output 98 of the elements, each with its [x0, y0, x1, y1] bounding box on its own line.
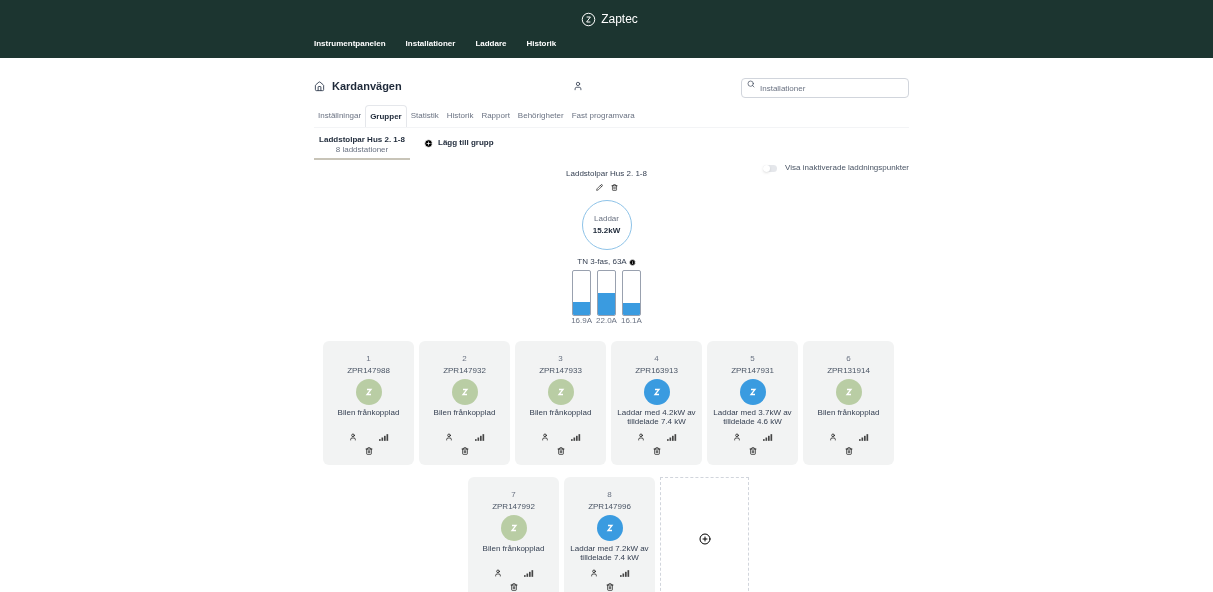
signal-icon [570, 433, 581, 441]
charger-serial: ZPR163913 [635, 367, 678, 375]
charger-serial: ZPR147988 [347, 367, 390, 375]
edit-icon[interactable] [595, 184, 603, 191]
phase-reading: 22.0A [596, 317, 617, 325]
charger-serial: ZPR131914 [827, 367, 870, 375]
supply-label: TN 3-fas, 63A [577, 256, 627, 268]
charger-status: Bilen frånkopplad [481, 544, 546, 553]
user-icon[interactable] [828, 433, 837, 441]
delete-icon[interactable] [460, 447, 469, 455]
z-logo-icon [747, 387, 758, 397]
charger-number: 1 [366, 355, 371, 363]
charger-serial: ZPR147933 [539, 367, 582, 375]
brand-name: Zaptec [601, 11, 638, 28]
tab[interactable]: Inställningar [314, 105, 366, 127]
z-logo-icon [363, 387, 374, 397]
delete-icon[interactable] [605, 583, 614, 591]
tab[interactable]: Fast programvara [567, 105, 639, 127]
charger-status: Laddar med 7.2kW av tilldelade 7.4 kW [569, 544, 650, 562]
z-logo-icon [459, 387, 470, 397]
charger-status: Laddar med 4.2kW av tilldelade 7.4 kW [616, 408, 697, 426]
charger-card[interactable]: 5 ZPR147931 Laddar med 3.7kW av tilldelade 4.6 kW [707, 341, 798, 465]
add-group-button[interactable]: Lägg till grupp [424, 137, 494, 149]
charger-serial: ZPR147992 [492, 503, 535, 511]
delete-icon[interactable] [844, 447, 853, 455]
signal-icon [619, 569, 630, 577]
charger-card[interactable]: 6 ZPR131914 Bilen frånkopplad [803, 341, 894, 465]
phase-reading: 16.9A [571, 317, 593, 325]
add-icon [698, 533, 711, 545]
signal-icon [474, 433, 485, 441]
toggle-switch[interactable] [763, 164, 778, 172]
delete-icon[interactable] [748, 447, 757, 455]
charger-serial: ZPR147932 [443, 367, 486, 375]
group-item[interactable]: Laddstolpar Hus 2. 1-8 8 laddstationer [314, 132, 410, 160]
nav-link[interactable]: Instrumentpanelen [314, 38, 386, 50]
charger-status: Bilen frånkopplad [336, 408, 401, 417]
user-icon[interactable] [540, 433, 549, 441]
charger-card[interactable]: 4 ZPR163913 Laddar med 4.2kW av tilldelade 7.4 kW [611, 341, 702, 465]
user-icon[interactable] [732, 433, 741, 441]
z-logo-icon [508, 523, 519, 533]
user-icon[interactable] [348, 433, 357, 441]
charger-status: Bilen frånkopplad [432, 408, 497, 417]
charger-number: 4 [654, 355, 659, 363]
charger-number: 5 [750, 355, 755, 363]
signal-icon [523, 569, 534, 577]
delete-icon[interactable] [556, 447, 565, 455]
charger-serial: ZPR147996 [588, 503, 631, 511]
group-name: Laddstolpar Hus 2. 1-8 [566, 168, 647, 180]
charger-card[interactable]: 8 ZPR147996 Laddar med 7.2kW av tilldelade 7.4 kW [564, 477, 655, 592]
user-icon[interactable] [493, 569, 502, 577]
user-icon[interactable] [572, 81, 583, 91]
user-icon[interactable] [589, 569, 598, 577]
delete-icon[interactable] [610, 184, 618, 191]
charger-card[interactable]: 1 ZPR147988 Bilen frånkopplad [323, 341, 414, 465]
power-value: 15.2kW [592, 225, 621, 237]
brand-logo-icon [581, 11, 597, 27]
info-icon[interactable] [628, 258, 636, 266]
z-logo-icon [843, 387, 854, 397]
tab[interactable]: Behörigheter [513, 105, 568, 127]
charger-card[interactable]: 3 ZPR147933 Bilen frånkopplad [515, 341, 606, 465]
z-logo-icon [555, 387, 566, 397]
plus-icon [424, 138, 433, 148]
nav-link[interactable]: Historik [526, 38, 557, 50]
search-field[interactable]: Installationer [741, 78, 909, 99]
installation-title: Kardanvägen [332, 78, 402, 94]
toggle-label: Visa inaktiverade laddningspunkter [785, 162, 909, 174]
signal-icon [378, 433, 389, 441]
tab[interactable]: Statistik [406, 105, 443, 127]
charger-card[interactable]: 7 ZPR147992 Bilen frånkopplad [468, 477, 559, 592]
charger-card[interactable]: 2 ZPR147932 Bilen frånkopplad [419, 341, 510, 465]
signal-icon [762, 433, 773, 441]
charger-status: Bilen frånkopplad [816, 408, 881, 417]
charger-number: 3 [558, 355, 563, 363]
z-logo-icon [604, 523, 615, 533]
nav-link[interactable]: Laddare [475, 38, 507, 50]
charger-number: 2 [462, 355, 467, 363]
signal-icon [858, 433, 869, 441]
nav-link[interactable]: Installationer [405, 38, 456, 50]
charger-status: Laddar med 3.7kW av tilldelade 4.6 kW [712, 408, 793, 426]
building-icon [314, 80, 325, 92]
charger-serial: ZPR147931 [731, 367, 774, 375]
delete-icon[interactable] [652, 447, 661, 455]
power-status: Laddar [594, 213, 619, 225]
delete-icon[interactable] [364, 447, 373, 455]
tab[interactable]: Rapport [477, 105, 514, 127]
user-icon[interactable] [636, 433, 645, 441]
charger-number: 6 [846, 355, 851, 363]
tab[interactable]: Grupper [365, 105, 407, 127]
delete-icon[interactable] [509, 583, 518, 591]
user-icon[interactable] [444, 433, 453, 441]
charger-number: 7 [511, 491, 516, 499]
z-logo-icon [651, 387, 662, 397]
signal-icon [666, 433, 677, 441]
search-icon [747, 79, 755, 88]
phase-reading: 16.1A [620, 317, 642, 325]
charger-number: 8 [607, 491, 612, 499]
charger-status: Bilen frånkopplad [528, 408, 593, 417]
tab[interactable]: Historik [442, 105, 478, 127]
